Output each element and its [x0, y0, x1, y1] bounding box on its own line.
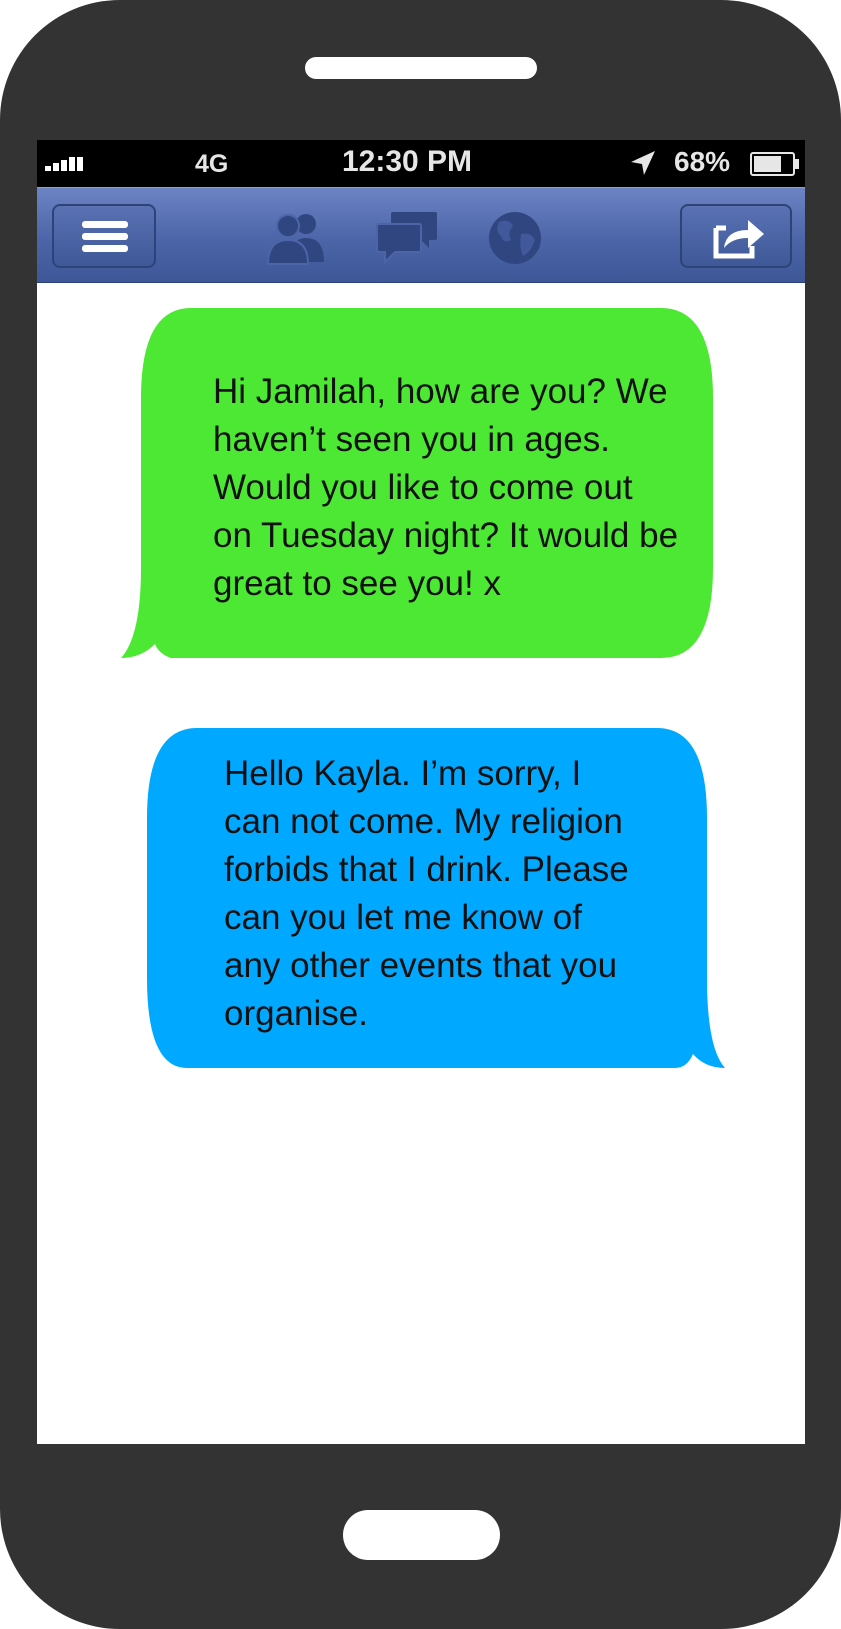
battery-icon	[750, 152, 799, 176]
message-text: Hello Kayla. I’m sorry, I can not come. …	[224, 754, 629, 1033]
messages-icon[interactable]	[375, 210, 439, 266]
menu-icon	[82, 221, 128, 253]
share-button[interactable]	[680, 204, 792, 268]
battery-percent: 68%	[674, 146, 731, 177]
message-bubble-outgoing: Hello Kayla. I’m sorry, I can not come. …	[147, 728, 725, 1068]
status-bar: 4G 12:30 PM 68%	[37, 140, 805, 187]
friends-icon[interactable]	[266, 210, 330, 266]
nav-bar	[37, 187, 805, 283]
location-arrow-icon	[631, 151, 655, 175]
signal-bars-icon	[45, 157, 83, 171]
status-time: 12:30 PM	[341, 145, 473, 178]
phone-speaker	[305, 57, 537, 79]
message-text: Hi Jamilah, how are you? We haven’t seen…	[213, 372, 679, 603]
network-type: 4G	[195, 150, 229, 178]
globe-icon[interactable]	[483, 210, 547, 266]
phone-screen: 4G 12:30 PM 68% Hi Jamilah, how are you?…	[37, 140, 805, 1444]
menu-button[interactable]	[52, 204, 156, 268]
home-button[interactable]	[343, 1510, 500, 1560]
phone-frame: 4G 12:30 PM 68% Hi Jamilah, how are you?…	[0, 0, 841, 1629]
share-icon	[713, 220, 764, 259]
message-bubble-incoming: Hi Jamilah, how are you? We haven’t seen…	[121, 308, 713, 658]
